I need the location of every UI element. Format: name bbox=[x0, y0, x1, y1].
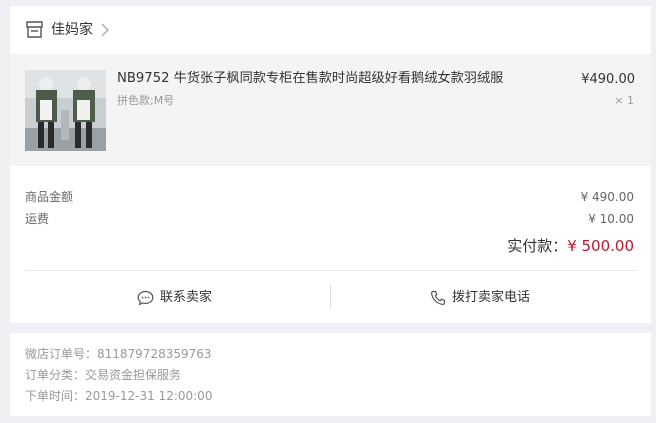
total-paid-value: ¥ 500.00 bbox=[567, 237, 634, 255]
product-spec: 拼色款;M号 bbox=[117, 94, 175, 107]
action-divider bbox=[330, 285, 331, 309]
order-number: 微店订单号：811879728359763 bbox=[25, 347, 212, 361]
total-paid-label: 实付款： bbox=[507, 237, 568, 255]
order-card: 佳妈家 NB9752 牛货张子枫同款专柜在售款时尚超级好看鹅绒女款羽绒服 拼色款… bbox=[10, 6, 651, 323]
order-category: 订单分类：交易资金担保服务 bbox=[25, 368, 182, 382]
shipping-label: 运费 bbox=[25, 212, 50, 226]
goods-amount-value: ¥ 490.00 bbox=[580, 190, 634, 204]
phone-icon bbox=[430, 290, 446, 306]
shipping-value: ¥ 10.00 bbox=[588, 212, 634, 226]
chat-bubble-icon bbox=[137, 290, 154, 306]
call-seller-label: 拨打卖家电话 bbox=[452, 290, 531, 305]
total-paid: 实付款：¥ 500.00 bbox=[507, 236, 634, 256]
shop-header[interactable]: 佳妈家 bbox=[10, 6, 651, 54]
order-time: 下单时间：2019-12-31 12:00:00 bbox=[25, 389, 213, 403]
product-thumbnail bbox=[25, 70, 106, 151]
store-icon bbox=[26, 21, 43, 38]
contact-seller-label: 联系卖家 bbox=[160, 290, 213, 305]
divider bbox=[25, 270, 636, 271]
order-info-card: 微店订单号：811879728359763 订单分类：交易资金担保服务 下单时间… bbox=[10, 333, 651, 416]
goods-amount-label: 商品金额 bbox=[25, 190, 74, 204]
shop-name: 佳妈家 bbox=[51, 22, 93, 38]
product-item[interactable]: NB9752 牛货张子枫同款专柜在售款时尚超级好看鹅绒女款羽绒服 拼色款;M号 … bbox=[10, 54, 651, 166]
product-title: NB9752 牛货张子枫同款专柜在售款时尚超级好看鹅绒女款羽绒服 bbox=[117, 71, 504, 86]
product-quantity: × 1 bbox=[614, 94, 634, 107]
contact-seller-button[interactable]: 联系卖家 bbox=[137, 288, 212, 308]
call-seller-button[interactable]: 拨打卖家电话 bbox=[430, 288, 530, 308]
chevron-right-icon bbox=[101, 23, 109, 37]
product-price: ¥490.00 bbox=[581, 72, 635, 87]
